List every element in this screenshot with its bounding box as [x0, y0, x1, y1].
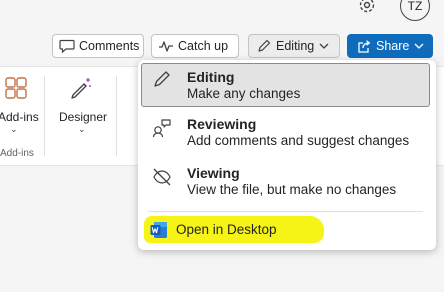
editing-label: Editing [276, 39, 315, 53]
share-icon [358, 39, 371, 53]
comment-icon [59, 39, 75, 53]
chevron-down-icon [319, 43, 329, 49]
designer-icon[interactable] [68, 76, 94, 102]
chevron-down-icon[interactable]: ⌄ [78, 124, 86, 135]
menu-item-editing[interactable]: Editing Make any changes [138, 63, 436, 107]
open-in-desktop-label: Open in Desktop [176, 222, 277, 237]
add-ins-group-label: Add-ins [0, 148, 34, 159]
menu-item-open-in-desktop[interactable]: Open in Desktop [138, 216, 436, 246]
catch-up-button[interactable]: Catch up [151, 34, 239, 58]
activity-icon [159, 41, 173, 52]
menu-item-reviewing[interactable]: Reviewing Add comments and suggest chang… [138, 112, 436, 156]
designer-button-label[interactable]: Designer [59, 110, 107, 124]
add-ins-icon[interactable] [4, 76, 28, 100]
word-app-icon [150, 222, 167, 238]
chevron-down-icon[interactable]: ⌄ [10, 124, 18, 135]
pencil-icon [154, 71, 170, 87]
chevron-down-icon [414, 43, 424, 49]
ribbon-divider [44, 76, 45, 156]
share-button[interactable]: Share [347, 34, 433, 58]
editing-mode-menu: Editing Make any changes Reviewing Add c… [138, 60, 436, 250]
ribbon-divider [116, 76, 117, 156]
gear-icon[interactable] [356, 0, 378, 16]
menu-item-description: View the file, but make no changes [187, 182, 397, 197]
menu-item-title: Viewing [187, 165, 240, 181]
menu-item-description: Make any changes [187, 86, 301, 101]
menu-item-description: Add comments and suggest changes [187, 133, 410, 148]
avatar-initials: TZ [407, 0, 423, 13]
menu-item-title: Reviewing [187, 116, 257, 132]
reviewing-icon [152, 119, 171, 138]
menu-divider [148, 211, 423, 212]
add-ins-button-label[interactable]: Add-ins [0, 110, 39, 124]
catch-up-label: Catch up [178, 39, 229, 53]
menu-item-viewing[interactable]: Viewing View the file, but make no chang… [138, 161, 436, 205]
pencil-icon [258, 39, 271, 52]
comments-label: Comments [79, 39, 140, 53]
eye-off-icon [153, 168, 171, 186]
share-label: Share [376, 39, 410, 53]
editing-mode-button[interactable]: Editing [248, 34, 340, 58]
comments-button[interactable]: Comments [52, 34, 144, 58]
menu-item-title: Editing [187, 69, 235, 85]
